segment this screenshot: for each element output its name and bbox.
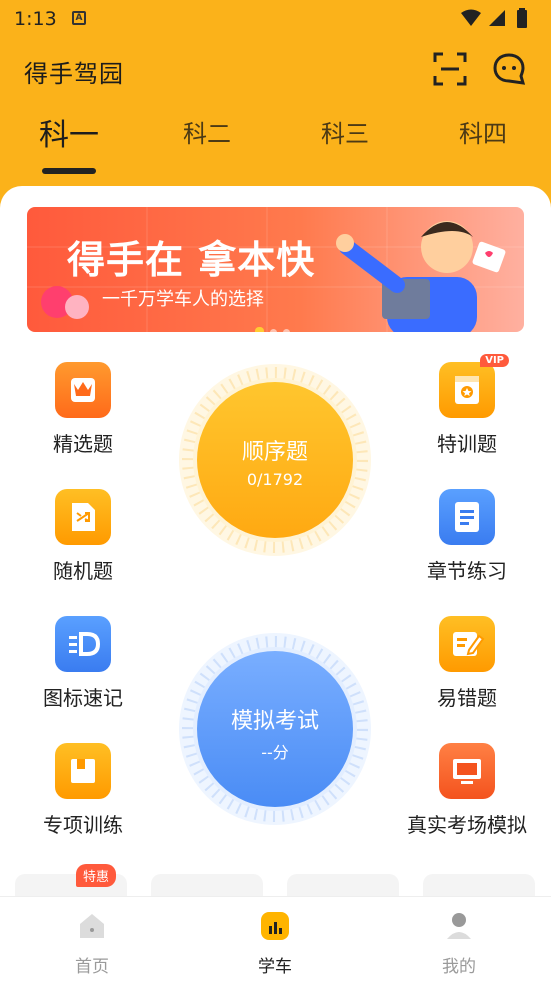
tab-ke4[interactable]: 科四 [423, 114, 543, 149]
mock-exam-title: 模拟考试 [230, 709, 319, 734]
message-icon[interactable] [492, 52, 526, 86]
mock-exam-button[interactable]: 模拟考试 --分 [177, 631, 373, 827]
feature-jingxuan[interactable]: 精选题 [8, 362, 158, 457]
banner-dot [270, 329, 277, 332]
feature-zhuanxiang[interactable]: 专项训练 [8, 743, 158, 838]
feature-label: 特训题 [437, 432, 497, 456]
nav-learn[interactable]: 学车 [215, 911, 335, 977]
feature-label: 精选题 [53, 432, 113, 456]
tab-ke3[interactable]: 科三 [285, 114, 405, 149]
feature-yicuo[interactable]: 易错题 [392, 616, 542, 711]
tab-ke1[interactable]: 科一 [9, 110, 129, 154]
feature-label: 图标速记 [43, 686, 123, 710]
feature-zhenshi[interactable]: 真实考场模拟 [392, 743, 542, 838]
feature-label: 真实考场模拟 [407, 813, 527, 837]
promo-banner[interactable]: 得手在 拿本快 一千万学车人的选择 [27, 207, 524, 332]
banner-dot [283, 329, 290, 332]
book-icon [55, 743, 111, 799]
nav-label: 首页 [75, 957, 109, 977]
feature-label: 专项训练 [43, 813, 123, 837]
discount-badge: 特惠 [76, 864, 117, 887]
feature-tubiao[interactable]: 图标速记 [8, 616, 158, 711]
sign-memo-icon [55, 616, 111, 672]
learn-chart-icon [261, 912, 289, 940]
status-bar: 1:13 A [0, 0, 551, 36]
feature-texun[interactable]: VIP 特训题 [392, 354, 542, 457]
nav-label: 我的 [442, 957, 476, 977]
vip-training-icon: VIP [439, 354, 509, 418]
tab-indicator [42, 168, 96, 174]
nav-profile[interactable]: 我的 [399, 911, 519, 977]
sequence-title: 顺序题 [241, 440, 308, 465]
feature-zhangjie[interactable]: 章节练习 [392, 489, 542, 584]
sequence-practice-button[interactable]: 顺序题 0/1792 [177, 362, 373, 558]
feature-suiji[interactable]: 随机题 [8, 489, 158, 584]
banner-dot [255, 327, 264, 332]
nav-home[interactable]: 首页 [32, 911, 152, 977]
mascot-illustration [336, 221, 506, 332]
app-title: 得手驾园 [24, 60, 124, 88]
sequence-progress: 0/1792 [246, 470, 304, 489]
shuffle-icon [55, 489, 111, 545]
chapter-doc-icon [439, 489, 495, 545]
bottom-nav: 首页 学车 我的 [0, 896, 551, 981]
nav-label: 学车 [258, 957, 292, 977]
sequence-circle: 顺序题 0/1792 [197, 382, 353, 538]
status-time: 1:13 [14, 8, 57, 30]
tab-ke2[interactable]: 科二 [147, 114, 267, 149]
status-icons [459, 8, 539, 34]
user-icon [447, 913, 471, 939]
banner-pagination [255, 321, 296, 332]
scan-icon[interactable] [433, 52, 467, 86]
feature-label: 随机题 [53, 559, 113, 583]
mock-exam-circle: 模拟考试 --分 [197, 651, 353, 807]
mock-exam-score: --分 [261, 743, 289, 762]
feature-label: 章节练习 [427, 559, 507, 583]
notification-a-icon: A [72, 11, 86, 25]
subject-tabs: 科一 科二 科三 科四 [0, 114, 551, 174]
banner-subtitle: 一千万学车人的选择 [102, 289, 264, 310]
vip-badge: VIP [480, 354, 509, 367]
wifi-signal-battery-icon [461, 8, 527, 28]
feature-label: 易错题 [437, 686, 497, 710]
home-icon [80, 914, 104, 938]
monitor-icon [439, 743, 495, 799]
crown-icon [55, 362, 111, 418]
banner-title: 得手在 拿本快 [67, 238, 316, 282]
edit-note-icon [439, 616, 495, 672]
